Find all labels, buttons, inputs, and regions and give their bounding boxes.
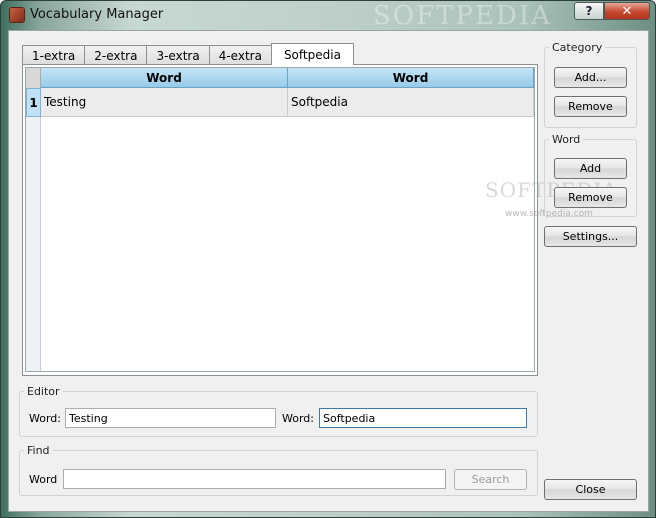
- add-category-button[interactable]: Add...: [554, 67, 627, 88]
- title-watermark: SOFTPEDIA: [373, 1, 552, 31]
- tab-panel: Word Word 1 Testing Softpedia: [22, 64, 538, 376]
- add-word-button[interactable]: Add: [554, 158, 627, 179]
- category-tabs: 1-extra 2-extra 3-extra 4-extra Softpedi…: [22, 43, 354, 65]
- table-cell[interactable]: Softpedia: [288, 88, 534, 117]
- grid-header: Word Word: [26, 68, 534, 88]
- row-number[interactable]: 1: [26, 88, 41, 117]
- grid-corner[interactable]: [26, 68, 41, 88]
- book-icon: [10, 8, 24, 22]
- remove-word-button[interactable]: Remove: [554, 187, 627, 208]
- tab-4-extra[interactable]: 4-extra: [208, 45, 272, 65]
- title-bar[interactable]: Vocabulary Manager SOFTPEDIA ? ✕: [1, 1, 655, 31]
- client-area: 1-extra 2-extra 3-extra 4-extra Softpedi…: [8, 30, 649, 512]
- close-button[interactable]: Close: [544, 479, 637, 500]
- vocabulary-grid[interactable]: Word Word 1 Testing Softpedia: [25, 67, 535, 372]
- find-input[interactable]: [63, 469, 446, 489]
- word-legend: Word: [552, 133, 581, 146]
- tab-3-extra[interactable]: 3-extra: [146, 45, 210, 65]
- column-header-word-1[interactable]: Word: [41, 68, 288, 88]
- table-cell[interactable]: Testing: [41, 88, 288, 117]
- tab-softpedia[interactable]: Softpedia: [270, 43, 354, 65]
- find-word-label: Word: [29, 473, 58, 486]
- category-legend: Category: [552, 41, 603, 54]
- row-header-gutter: [26, 117, 41, 371]
- tab-2-extra[interactable]: 2-extra: [84, 45, 148, 65]
- table-row[interactable]: 1 Testing Softpedia: [26, 88, 534, 117]
- help-button[interactable]: ?: [574, 2, 604, 20]
- window-title: Vocabulary Manager: [30, 7, 164, 22]
- tab-1-extra[interactable]: 1-extra: [22, 45, 86, 65]
- search-button[interactable]: Search: [454, 469, 527, 490]
- editor-word-input-1[interactable]: [65, 408, 276, 428]
- remove-category-button[interactable]: Remove: [554, 96, 627, 117]
- close-icon: ✕: [621, 3, 633, 19]
- settings-button[interactable]: Settings...: [544, 226, 637, 247]
- editor-word-label-2: Word:: [282, 412, 314, 425]
- editor-word-input-2[interactable]: [319, 408, 527, 428]
- window-close-button[interactable]: ✕: [604, 2, 650, 20]
- main-window: Vocabulary Manager SOFTPEDIA ? ✕ 1-extra…: [0, 0, 656, 518]
- find-legend: Find: [27, 444, 50, 457]
- editor-word-label-1: Word:: [29, 412, 61, 425]
- editor-legend: Editor: [27, 385, 60, 398]
- column-header-word-2[interactable]: Word: [288, 68, 534, 88]
